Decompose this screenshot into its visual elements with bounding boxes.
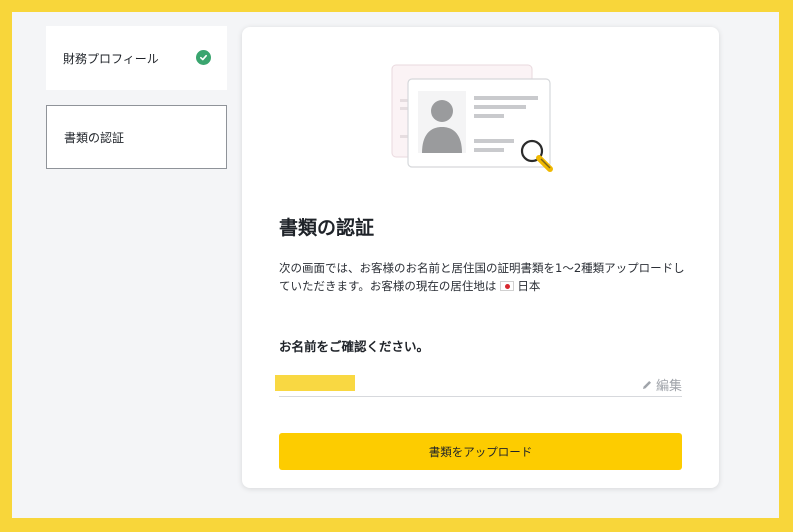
id-card-illustration-icon — [391, 64, 553, 172]
page-title: 書類の認証 — [279, 217, 375, 239]
name-field: 編集 — [275, 367, 682, 397]
redacted-name — [275, 375, 355, 391]
confirm-name-heading: お名前をご確認ください。 — [279, 339, 430, 354]
page-frame: 財務プロフィール 書類の認証 書類の認証 次の画面では、お客様のお名前と居住国の… — [12, 12, 779, 518]
step-label: 財務プロフィール — [63, 51, 159, 66]
step-label: 書類の認証 — [64, 130, 125, 145]
instructions-text: 次の画面では、お客様のお名前と居住国の証明書類を1～2種類アップロードしていただ… — [279, 259, 694, 295]
upload-documents-button[interactable]: 書類をアップロード — [279, 433, 682, 470]
pencil-icon — [642, 380, 651, 389]
check-circle-icon — [196, 50, 211, 65]
edit-label: 編集 — [655, 379, 682, 394]
japan-flag-icon — [500, 281, 515, 291]
edit-name-link[interactable]: 編集 — [641, 375, 682, 394]
step-financial-profile[interactable]: 財務プロフィール — [46, 26, 227, 90]
verification-card: 書類の認証 次の画面では、お客様のお名前と居住国の証明書類を1～2種類アップロー… — [242, 27, 719, 488]
step-document-verification[interactable]: 書類の認証 — [46, 105, 227, 169]
residence-country: 日本 — [517, 279, 541, 293]
description-text: 次の画面では、お客様のお名前と居住国の証明書類を1～2種類アップロードしていただ… — [279, 261, 685, 293]
